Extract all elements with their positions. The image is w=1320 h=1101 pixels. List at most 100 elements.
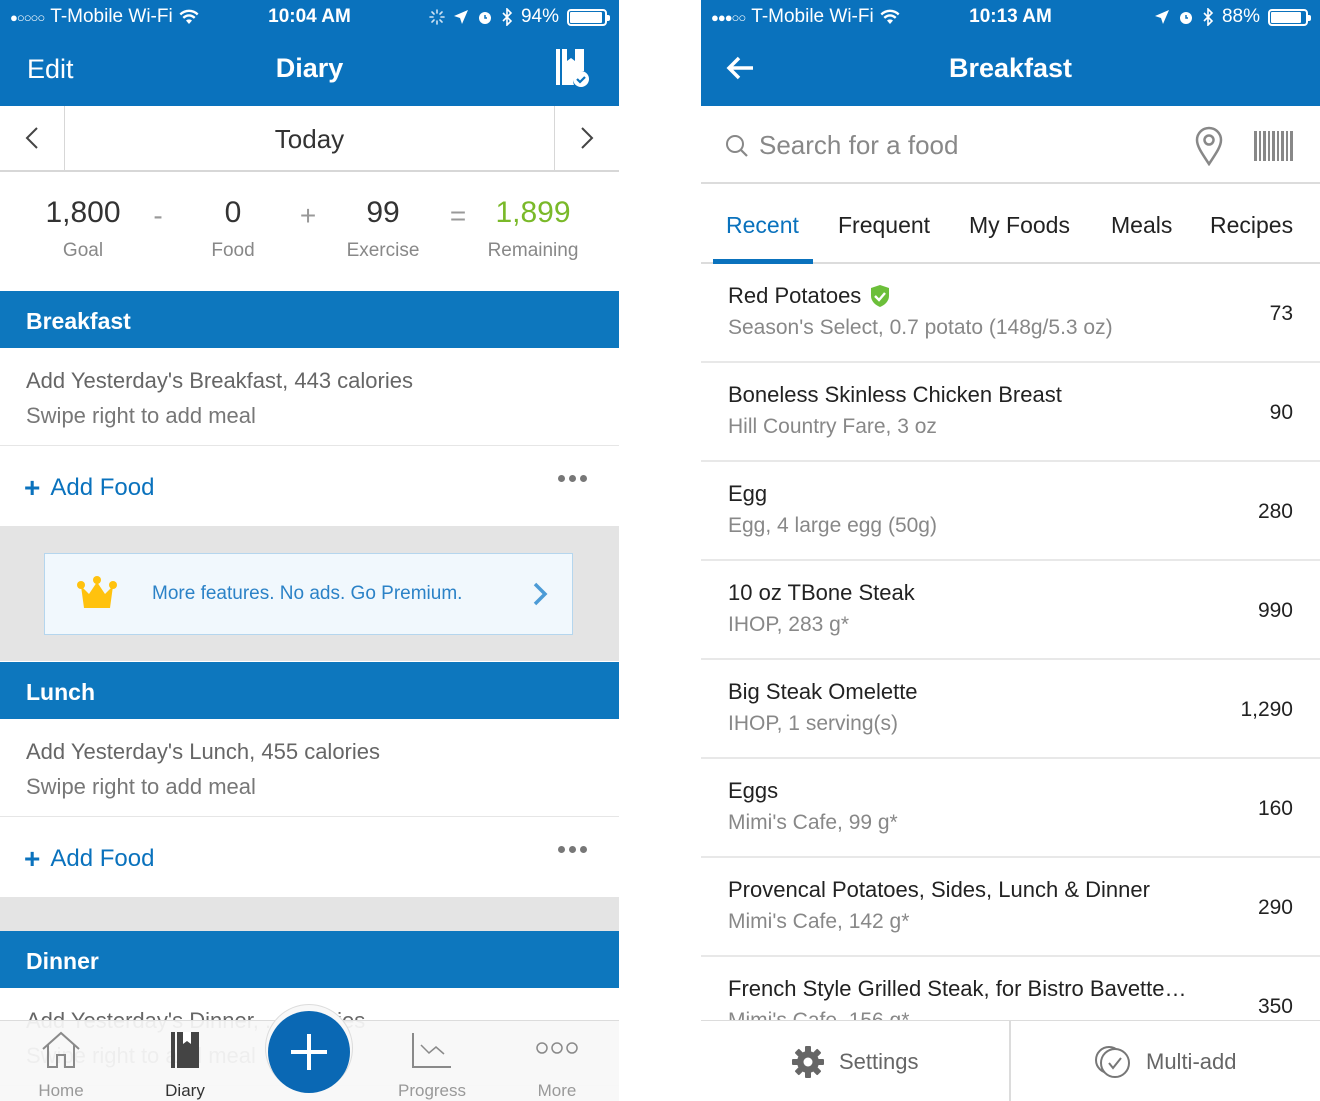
dinner-header: Dinner <box>0 931 619 988</box>
edit-button[interactable]: Edit <box>27 54 74 85</box>
food-description: Egg, 4 large egg (50g) <box>728 514 937 537</box>
tab-recipes[interactable]: Recipes <box>1210 212 1293 239</box>
go-premium-banner[interactable]: More features. No ads. Go Premium. <box>44 553 573 635</box>
food-calories: 350 <box>1257 995 1293 1018</box>
bluetooth-icon <box>1203 8 1214 26</box>
tab-my-foods[interactable]: My Foods <box>969 212 1070 239</box>
activity-spinner-icon <box>429 9 445 25</box>
search-icon <box>726 135 748 157</box>
plus-icon: + <box>24 472 41 503</box>
food-calories: 90 <box>1269 401 1293 424</box>
lunch-more-button[interactable] <box>558 846 587 853</box>
food-description: Mimi's Cafe, 142 g* <box>728 910 910 933</box>
battery-icon <box>567 8 610 26</box>
tab-frequent[interactable]: Frequent <box>838 212 930 239</box>
food-search-input[interactable] <box>759 124 1159 166</box>
breakfast-add-food-row: + Add Food <box>0 447 619 526</box>
remaining-column: 1,899 Remaining <box>473 196 593 262</box>
complete-diary-icon[interactable] <box>555 48 589 88</box>
tab-recent[interactable]: Recent <box>726 212 799 239</box>
quick-add-button[interactable] <box>268 1011 350 1093</box>
section-spacer <box>0 897 619 931</box>
chart-icon <box>412 1033 451 1068</box>
barcode-scan-icon[interactable] <box>1254 131 1294 161</box>
food-name: Red Potatoes <box>728 283 862 308</box>
lunch-add-food-row: + Add Food <box>0 818 619 897</box>
lunch-add-food-button[interactable]: + Add Food <box>24 845 154 873</box>
tab-progress[interactable]: Progress <box>377 1021 487 1101</box>
location-icon <box>453 10 468 24</box>
food-item[interactable]: Egg Egg, 4 large egg (50g) 280 <box>701 462 1320 561</box>
tab-meals[interactable]: Meals <box>1111 212 1172 239</box>
recent-foods-list: Red Potatoes Season's Select, 0.7 potato… <box>701 264 1320 1020</box>
tab-home[interactable]: Home <box>6 1021 116 1101</box>
signal-strength: ●●●○○ <box>711 9 746 25</box>
add-yesterday-lunch[interactable]: Add Yesterday's Lunch, 455 calories Swip… <box>0 719 619 817</box>
food-calories: 160 <box>1257 797 1293 820</box>
food-column: 0 Food <box>173 196 293 262</box>
food-item[interactable]: Eggs Mimi's Cafe, 99 g* 160 <box>701 759 1320 858</box>
food-calories: 990 <box>1257 599 1293 622</box>
exercise-label: Exercise <box>346 240 420 261</box>
status-bar: ●○○○○ T-Mobile Wi-Fi 10:04 AM 94% <box>0 6 619 30</box>
remaining-label: Remaining <box>487 240 579 261</box>
food-item[interactable]: Provencal Potatoes, Sides, Lunch & Dinne… <box>701 858 1320 957</box>
page-title: Diary <box>275 53 344 83</box>
crown-icon <box>77 576 117 608</box>
alarm-icon <box>478 12 491 24</box>
diary-icon <box>171 1032 199 1068</box>
exercise-column: 99 Exercise <box>323 196 443 262</box>
tab-label: Diary <box>165 1081 205 1100</box>
food-item[interactable]: Boneless Skinless Chicken Breast Hill Co… <box>701 363 1320 462</box>
restaurant-location-icon[interactable] <box>1194 126 1224 166</box>
calorie-summary[interactable]: 1,800 Goal - 0 Food + 99 Exercise = 1,89… <box>0 172 619 290</box>
food-item[interactable]: French Style Grilled Steak, for Bistro B… <box>701 957 1320 1020</box>
plus-icon <box>291 1034 327 1070</box>
settings-button[interactable]: Settings <box>701 1021 1011 1101</box>
food-description: Hill Country Fare, 3 oz <box>728 415 937 438</box>
food-name: 10 oz TBone Steak <box>728 580 915 605</box>
add-yesterday-breakfast[interactable]: Add Yesterday's Breakfast, 443 calories … <box>0 348 619 446</box>
multi-add-button[interactable]: Multi-add <box>1011 1021 1320 1101</box>
tab-diary[interactable]: Diary <box>130 1021 240 1101</box>
food-name: Big Steak Omelette <box>728 679 918 704</box>
chevron-right-icon <box>581 127 594 149</box>
food-item[interactable]: Red Potatoes Season's Select, 0.7 potato… <box>701 264 1320 363</box>
date-navigator: Today <box>0 106 619 172</box>
food-item[interactable]: Big Steak Omelette IHOP, 1 serving(s) 1,… <box>701 660 1320 759</box>
tab-more[interactable]: More <box>502 1021 612 1101</box>
food-calories: 1,290 <box>1240 698 1293 721</box>
plus-icon: + <box>24 843 41 874</box>
status-bar: ●●●○○ T-Mobile Wi-Fi 10:13 AM 88% <box>701 6 1320 30</box>
food-calories: 280 <box>1257 500 1293 523</box>
breakfast-more-button[interactable] <box>558 475 587 482</box>
food-description: Mimi's Cafe, 99 g* <box>728 811 898 834</box>
tab-label: Home <box>38 1081 84 1100</box>
next-day-button[interactable] <box>554 106 619 170</box>
lunch-header: Lunch <box>0 662 619 719</box>
clock: 10:04 AM <box>268 6 351 27</box>
breakfast-add-food-button[interactable]: + Add Food <box>24 474 154 502</box>
yesterday-meal-text: Add Yesterday's Lunch, 455 calories <box>26 739 380 764</box>
more-icon <box>536 1042 578 1054</box>
diary-screen: ●○○○○ T-Mobile Wi-Fi 10:04 AM 94% Edit D… <box>0 0 619 1101</box>
date-label[interactable]: Today <box>275 124 344 155</box>
back-arrow-icon[interactable] <box>725 52 757 84</box>
remaining-value: 1,899 <box>495 196 571 229</box>
previous-day-button[interactable] <box>0 106 65 170</box>
wifi-icon <box>179 9 199 24</box>
plus-operator: + <box>299 200 317 231</box>
food-calories: 290 <box>1257 896 1293 919</box>
verified-badge-icon <box>871 285 890 307</box>
carrier: T-Mobile Wi-Fi <box>751 6 874 27</box>
home-icon <box>42 1031 80 1068</box>
breakfast-header: Breakfast <box>0 291 619 348</box>
settings-label: Settings <box>839 1048 919 1074</box>
equals-operator: = <box>449 200 467 231</box>
multi-add-label: Multi-add <box>1146 1048 1237 1074</box>
food-item[interactable]: 10 oz TBone Steak IHOP, 283 g* 990 <box>701 561 1320 660</box>
battery-icon <box>1268 8 1311 26</box>
diary-header: ●○○○○ T-Mobile Wi-Fi 10:04 AM 94% Edit D… <box>0 0 619 106</box>
signal-strength: ●○○○○ <box>10 9 45 25</box>
food-name: Eggs <box>728 778 779 803</box>
